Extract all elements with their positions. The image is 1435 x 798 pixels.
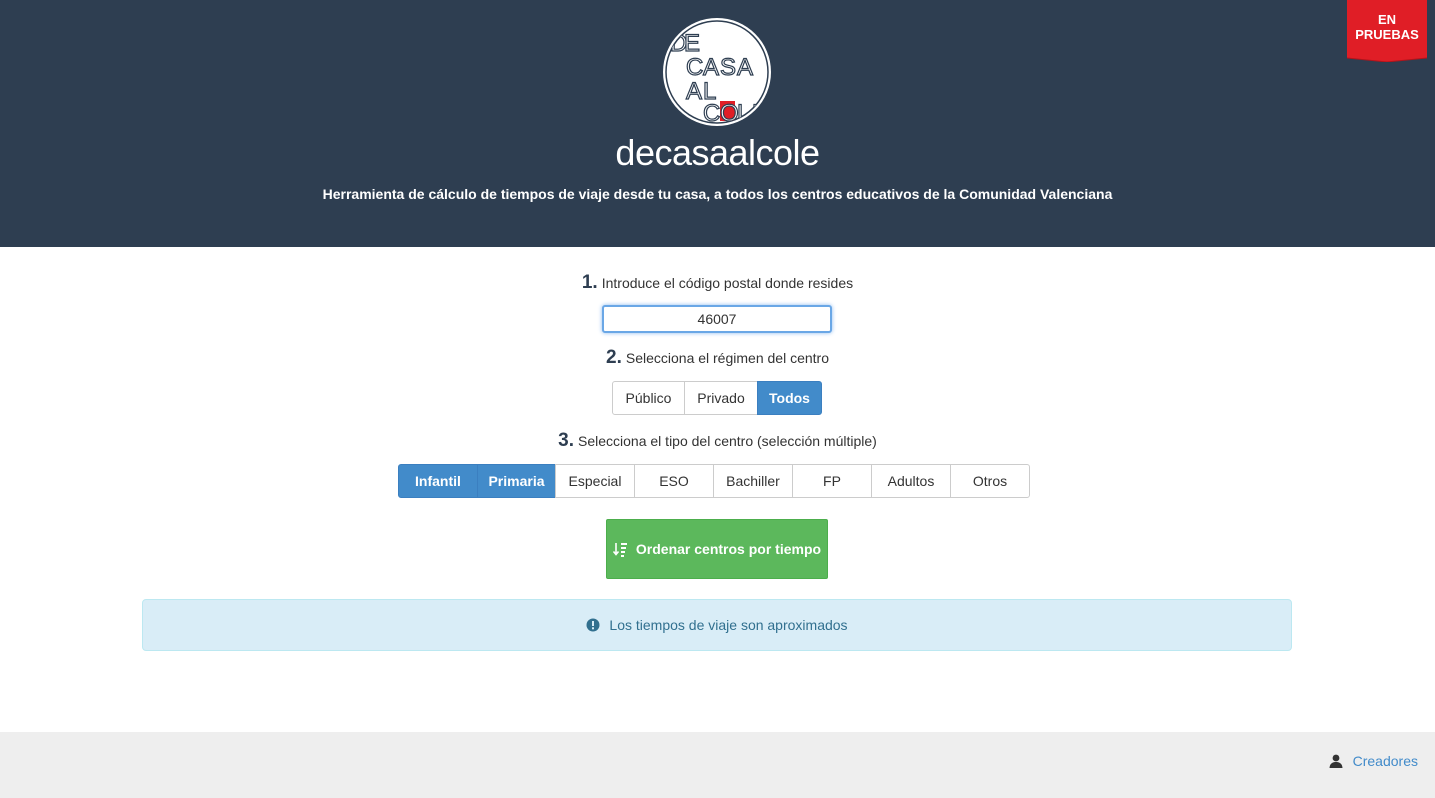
site-title: decasaalcole — [615, 132, 820, 173]
step-2-number: 2. — [606, 347, 622, 368]
regime-publico-button[interactable]: Público — [612, 381, 685, 415]
svg-text:A: A — [686, 78, 702, 105]
sort-by-time-button[interactable]: Ordenar centros por tiempo — [606, 519, 828, 579]
svg-text:A: A — [737, 54, 753, 81]
step-1-number: 1. — [581, 272, 598, 293]
info-alert: Los tiempos de viaje son aproximados — [142, 599, 1292, 651]
regime-button-group: Público Privado Todos — [612, 381, 822, 415]
site-header: D E C A S A A L C O L E decasaalcole Her… — [0, 0, 1435, 247]
type-fp-button[interactable]: FP — [792, 464, 872, 498]
beta-ribbon-text: EN PRUEBAS — [1347, 12, 1427, 42]
type-infantil-button[interactable]: Infantil — [398, 464, 478, 498]
step-2-label: 2. Selecciona el régimen del centro — [0, 347, 1435, 369]
decasaalcole-logo: D E C A S A A L C O L E — [663, 18, 771, 126]
postal-code-input[interactable] — [602, 305, 832, 333]
user-icon — [1329, 754, 1343, 768]
info-alert-text: Los tiempos de viaje son aproximados — [609, 617, 848, 633]
step-3-text: Selecciona el tipo del centro (selección… — [578, 433, 877, 449]
svg-text:C: C — [686, 54, 703, 81]
step-1-text: Introduce el código postal donde resides — [601, 275, 854, 291]
site-footer — [0, 732, 1435, 798]
ribbon-line-1: EN — [1377, 12, 1397, 27]
creators-link[interactable]: Creadores — [1329, 753, 1418, 769]
creators-link-label: Creadores — [1352, 753, 1418, 769]
type-especial-button[interactable]: Especial — [555, 464, 635, 498]
step-3-number: 3. — [558, 430, 575, 451]
exclamation-circle-icon — [586, 618, 600, 632]
ribbon-line-2: PRUEBAS — [1355, 27, 1419, 42]
type-eso-button[interactable]: ESO — [634, 464, 714, 498]
step-1-label: 1. Introduce el código postal donde resid… — [0, 272, 1435, 294]
type-adultos-button[interactable]: Adultos — [871, 464, 951, 498]
type-bachiller-button[interactable]: Bachiller — [713, 464, 793, 498]
svg-text:A: A — [703, 54, 719, 81]
sort-by-time-label: Ordenar centros por tiempo — [635, 541, 822, 557]
type-primaria-button[interactable]: Primaria — [477, 464, 556, 498]
regime-privado-button[interactable]: Privado — [684, 381, 758, 415]
type-otros-button[interactable]: Otros — [950, 464, 1030, 498]
sort-time-icon — [612, 542, 627, 557]
type-button-group: Infantil Primaria Especial ESO Bachiller… — [398, 464, 1030, 498]
svg-text:E: E — [684, 30, 700, 57]
regime-todos-button[interactable]: Todos — [757, 381, 822, 415]
site-subtitle: Herramienta de cálculo de tiempos de via… — [322, 186, 1113, 202]
svg-text:S: S — [720, 54, 736, 81]
step-3-label: 3. Selecciona el tipo del centro (selecci… — [0, 430, 1435, 452]
step-2-text: Selecciona el régimen del centro — [625, 350, 829, 366]
